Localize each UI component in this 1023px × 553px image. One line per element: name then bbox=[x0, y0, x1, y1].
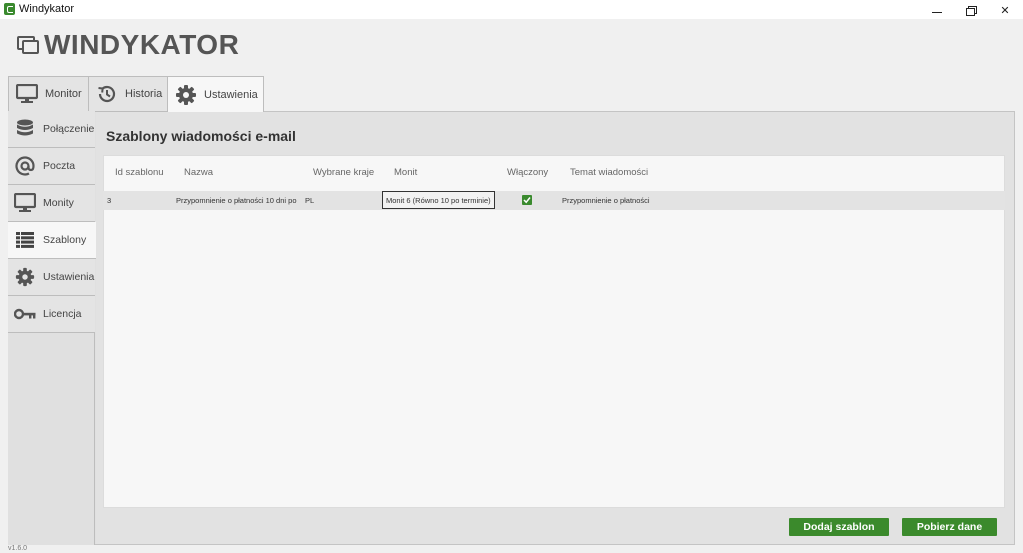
enabled-checkbox[interactable] bbox=[522, 195, 532, 205]
table-header: Id szablonu Nazwa Wybrane kraje Monit Wł… bbox=[103, 165, 1005, 183]
monitor-icon bbox=[16, 83, 38, 105]
column-header-enabled[interactable]: Włączony bbox=[507, 167, 548, 178]
window-title: Windykator bbox=[19, 3, 75, 15]
app-icon bbox=[4, 3, 15, 15]
at-icon bbox=[13, 155, 37, 177]
column-header-subject[interactable]: Temat wiadomości bbox=[570, 167, 648, 178]
sidebar-item-ustawienia[interactable]: Ustawienia bbox=[8, 259, 95, 296]
tab-label: Ustawienia bbox=[204, 88, 258, 101]
key-icon bbox=[13, 303, 37, 325]
sidebar-item-label: Poczta bbox=[43, 160, 76, 172]
window-titlebar: Windykator ✕ bbox=[0, 0, 1023, 20]
sidebar-item-label: Szablony bbox=[43, 234, 87, 246]
cell-countries: PL bbox=[305, 196, 315, 205]
tab-monitor[interactable]: Monitor bbox=[8, 76, 89, 112]
sidebar-item-licencja[interactable]: Licencja bbox=[8, 296, 95, 333]
column-header-monit[interactable]: Monit bbox=[394, 167, 417, 178]
sidebar: Połączenie Poczta Monity Szablony Ustawi… bbox=[8, 111, 96, 545]
column-header-name[interactable]: Nazwa bbox=[184, 167, 213, 178]
cell-id: 3 bbox=[107, 196, 112, 205]
gear-icon bbox=[13, 266, 37, 288]
sidebar-item-szablony[interactable]: Szablony bbox=[8, 222, 96, 259]
monitor-icon bbox=[13, 192, 37, 214]
tab-label: Monitor bbox=[45, 88, 82, 100]
sidebar-item-polaczenie[interactable]: Połączenie bbox=[8, 111, 95, 148]
sidebar-item-label: Połączenie bbox=[43, 123, 95, 135]
column-header-id[interactable]: Id szablonu bbox=[115, 167, 164, 178]
database-icon bbox=[13, 118, 37, 140]
fetch-data-button[interactable]: Pobierz dane bbox=[902, 518, 997, 536]
logo-text: WINDYKATOR bbox=[44, 29, 240, 60]
minimize-button[interactable] bbox=[920, 0, 954, 20]
tab-ustawienia[interactable]: Ustawienia bbox=[167, 76, 264, 113]
logo-icon bbox=[17, 36, 39, 54]
app-logo: WINDYKATOR bbox=[17, 28, 239, 62]
table-row[interactable]: 3 Przypomnienie o płatności 10 dni po PL… bbox=[103, 191, 1005, 210]
sidebar-item-monity[interactable]: Monity bbox=[8, 185, 95, 222]
sidebar-item-label: Monity bbox=[43, 197, 74, 209]
checkmark-icon bbox=[523, 197, 531, 204]
history-icon bbox=[96, 83, 118, 105]
close-icon: ✕ bbox=[1000, 3, 1010, 17]
page-title: Szablony wiadomości e-mail bbox=[106, 128, 296, 144]
restore-button[interactable] bbox=[954, 0, 988, 20]
tab-historia[interactable]: Historia bbox=[88, 76, 168, 112]
cell-subject: Przypomnienie o płatności bbox=[562, 196, 650, 205]
sidebar-item-label: Licencja bbox=[43, 308, 82, 320]
column-header-countries[interactable]: Wybrane kraje bbox=[313, 167, 374, 178]
sidebar-item-label: Ustawienia bbox=[43, 271, 95, 283]
cell-name: Przypomnienie o płatności 10 dni po bbox=[176, 196, 297, 205]
tab-label: Historia bbox=[125, 88, 163, 100]
monit-select[interactable]: Monit 6 (Równo 10 po terminie) bbox=[382, 191, 495, 209]
gear-icon bbox=[175, 84, 197, 106]
close-button[interactable]: ✕ bbox=[988, 0, 1022, 20]
restore-icon bbox=[966, 5, 977, 16]
add-template-button[interactable]: Dodaj szablon bbox=[789, 518, 889, 536]
list-icon bbox=[13, 229, 37, 251]
version-label: v1.6.0 bbox=[8, 545, 28, 552]
minimize-icon bbox=[932, 11, 942, 13]
sidebar-item-poczta[interactable]: Poczta bbox=[8, 148, 95, 185]
